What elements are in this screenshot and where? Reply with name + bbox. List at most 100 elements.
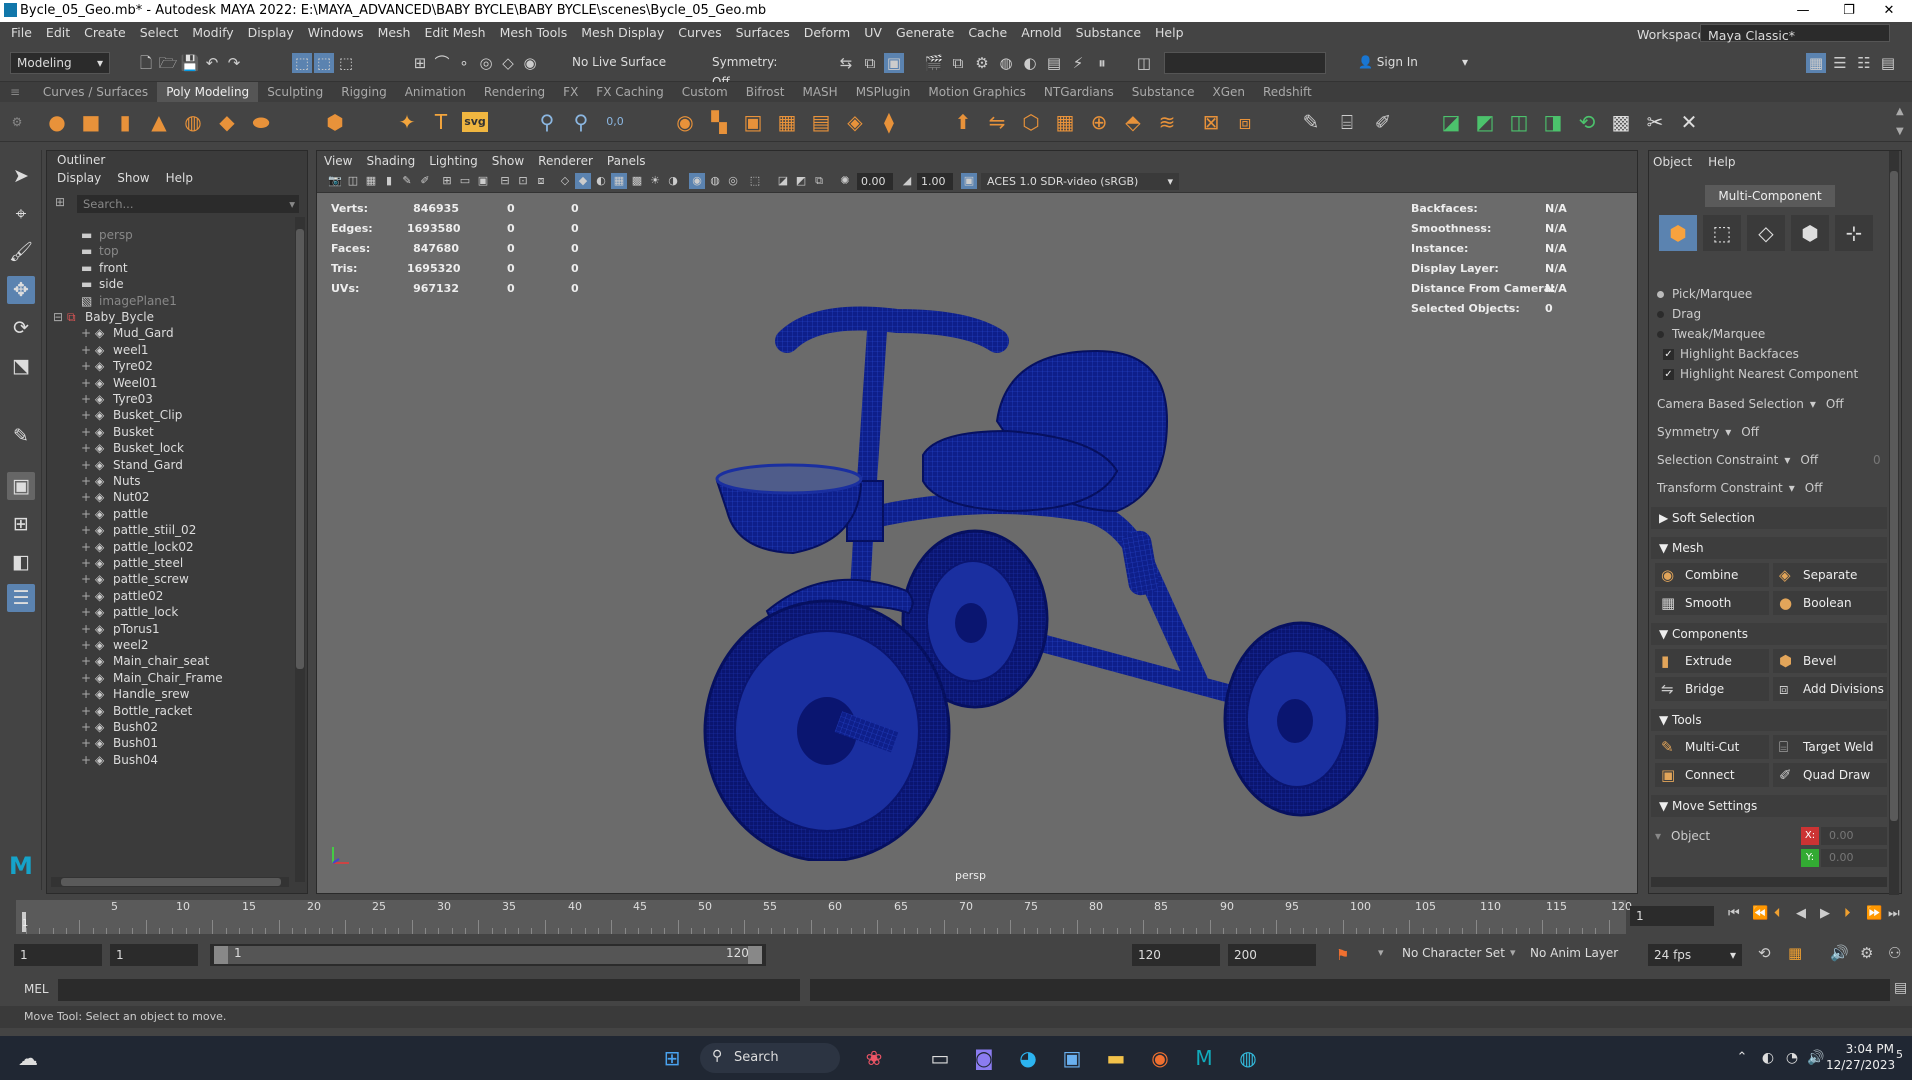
- hypershade-icon[interactable]: ◍: [996, 53, 1016, 73]
- save-scene-icon[interactable]: 💾: [180, 53, 200, 73]
- grease-pencil-icon[interactable]: ✐: [417, 173, 433, 189]
- toolkit-scrollbar[interactable]: [1889, 151, 1899, 895]
- camera-attributes-icon[interactable]: ◫: [345, 173, 361, 189]
- menu-edit-mesh[interactable]: Edit Mesh: [417, 22, 492, 44]
- menu-display[interactable]: Display: [241, 22, 301, 44]
- motion-blur-icon[interactable]: ◩: [793, 173, 809, 189]
- menu-windows[interactable]: Windows: [301, 22, 371, 44]
- toolkit-menu-help[interactable]: Help: [1708, 155, 1735, 169]
- outliner-h-scrollbar[interactable]: [51, 877, 289, 887]
- highlight-nearest-checkbox[interactable]: ✓ Highlight Nearest Component: [1663, 367, 1858, 381]
- time-slider-track[interactable]: 1 5 10 15 20 25 30 35 40 45 50 55 60 65 70 75 80 85 90 95 1…: [16, 900, 1632, 934]
- snap-point-icon[interactable]: ∘: [454, 53, 474, 73]
- auto-map-icon[interactable]: ⟲: [1574, 109, 1600, 135]
- widgets-icon[interactable]: ❀: [860, 1044, 888, 1072]
- shelf-tab-fx[interactable]: FX: [554, 82, 587, 102]
- menu-mesh[interactable]: Mesh: [371, 22, 418, 44]
- smooth-shelf-icon[interactable]: ▦: [774, 109, 800, 135]
- auto-key-icon[interactable]: ⚑: [1336, 946, 1349, 964]
- ipr-render-icon[interactable]: ⧉: [948, 53, 968, 73]
- animation-end-field[interactable]: 200: [1228, 944, 1316, 966]
- append-shelf-icon[interactable]: ⊕: [1086, 109, 1112, 135]
- menu-curves[interactable]: Curves: [671, 22, 728, 44]
- poly-cone-icon[interactable]: ▲: [146, 109, 172, 135]
- uv-editor-icon[interactable]: ◪: [1438, 109, 1464, 135]
- menu-mesh-tools[interactable]: Mesh Tools: [493, 22, 575, 44]
- vertex-mode-icon[interactable]: ⬚: [1703, 215, 1741, 251]
- menu-select[interactable]: Select: [133, 22, 186, 44]
- redshift-icon[interactable]: ⚡: [1068, 53, 1088, 73]
- shelf-tab-motion-graphics[interactable]: Motion Graphics: [919, 82, 1035, 102]
- command-field[interactable]: [1164, 52, 1326, 74]
- close-button[interactable]: ✕: [1866, 0, 1912, 22]
- new-scene-icon[interactable]: 🗋: [136, 53, 156, 73]
- store-icon[interactable]: ▣: [1058, 1044, 1086, 1072]
- menu-edit[interactable]: Edit: [39, 22, 77, 44]
- viewport-menu-show[interactable]: Show: [485, 151, 531, 171]
- x-value-field[interactable]: 0.00: [1821, 827, 1887, 845]
- viewport-menu-renderer[interactable]: Renderer: [531, 151, 600, 171]
- outliner-layout-icon[interactable]: ☰: [7, 584, 35, 612]
- edge-mode-icon[interactable]: ◇: [1747, 215, 1785, 251]
- step-forward-key-icon[interactable]: ⏩: [1866, 906, 1882, 921]
- expand-icon[interactable]: +: [81, 750, 91, 770]
- spherical-map-icon[interactable]: ◨: [1540, 109, 1566, 135]
- symmetry-row[interactable]: Symmetry ▾ Off: [1657, 425, 1759, 439]
- outliner-menu-show[interactable]: Show: [117, 171, 149, 185]
- remesh-shelf-icon[interactable]: ⧫: [876, 109, 902, 135]
- input-output-icon[interactable]: ⇆: [836, 53, 856, 73]
- perspective-viewport[interactable]: View Shading Lighting Show Renderer Panels 📷 …: [316, 150, 1638, 894]
- menu-cache[interactable]: Cache: [961, 22, 1014, 44]
- 2d-pan-zoom-icon[interactable]: ✎: [399, 173, 415, 189]
- shadows-icon[interactable]: ◑: [665, 173, 681, 189]
- separate-shelf-icon[interactable]: ▚: [706, 109, 732, 135]
- wireframe-icon[interactable]: ◇: [557, 173, 573, 189]
- shelf-tab-poly-modeling[interactable]: Poly Modeling: [157, 82, 259, 102]
- render-view-icon[interactable]: ▣: [884, 53, 904, 73]
- scrollbar-thumb[interactable]: [296, 229, 304, 669]
- poly-plane-icon[interactable]: ◆: [214, 109, 240, 135]
- outliner-menu-display[interactable]: Display: [57, 171, 101, 185]
- cache-playback-icon[interactable]: ▦: [1788, 944, 1802, 962]
- poly-disc-icon[interactable]: ⬬: [248, 109, 274, 135]
- select-component-icon[interactable]: ⬚: [336, 53, 356, 73]
- tools-section[interactable]: ▼ Tools: [1651, 709, 1887, 731]
- wireframe-on-shaded-icon[interactable]: ▦: [611, 173, 627, 189]
- shelf-tab-bifrost[interactable]: Bifrost: [737, 82, 794, 102]
- fill-hole-shelf-icon[interactable]: ▦: [1052, 109, 1078, 135]
- playback-start-field[interactable]: 1: [110, 944, 198, 966]
- range-end-handle[interactable]: [748, 946, 762, 964]
- shelf-tab-redshift[interactable]: Redshift: [1254, 82, 1321, 102]
- merge-shelf-icon[interactable]: ⬘: [1120, 109, 1146, 135]
- menu-help[interactable]: Help: [1148, 22, 1191, 44]
- menu-mesh-display[interactable]: Mesh Display: [574, 22, 671, 44]
- viewport-menu-view[interactable]: View: [317, 151, 359, 171]
- collapse-shelf-icon[interactable]: ≋: [1154, 109, 1180, 135]
- teams-icon[interactable]: ◙: [970, 1044, 998, 1072]
- current-frame-field[interactable]: 1: [1630, 906, 1714, 926]
- outliner-menu-help[interactable]: Help: [166, 171, 193, 185]
- render-frame-icon[interactable]: 🎬: [924, 53, 944, 73]
- components-section[interactable]: ▼ Components: [1651, 623, 1887, 645]
- isolate-select-icon[interactable]: ⬚: [747, 173, 763, 189]
- poly-cylinder-icon[interactable]: ▮: [112, 109, 138, 135]
- tool-settings-toggle-icon[interactable]: ☷: [1854, 53, 1874, 73]
- task-view-icon[interactable]: ▭: [926, 1044, 954, 1072]
- menu-create[interactable]: Create: [77, 22, 133, 44]
- time-slider[interactable]: 1 5 10 15 20 25 30 35 40 45 50 55 60 65 70 75 80 85 90 95 1…: [0, 898, 1912, 936]
- select-object-icon[interactable]: ⬚: [314, 53, 334, 73]
- snap-curve-icon[interactable]: ⌒: [432, 53, 452, 73]
- file-explorer-icon[interactable]: ▬: [1102, 1044, 1130, 1072]
- xray-joints-icon[interactable]: ◍: [707, 173, 723, 189]
- tricycle-model[interactable]: [677, 241, 1417, 861]
- channel-box-toggle-icon[interactable]: ▤: [1878, 53, 1898, 73]
- snap-grid-icon[interactable]: ⊞: [410, 53, 430, 73]
- insert-loop-shelf-icon[interactable]: ⌸: [1334, 109, 1360, 135]
- smooth-button[interactable]: ▦ Smooth: [1655, 591, 1769, 615]
- persp-outliner-layout-icon[interactable]: ◧: [7, 548, 35, 576]
- shelf-tab-ntgardians[interactable]: NTGardians: [1035, 82, 1123, 102]
- play-forwards-icon[interactable]: ▶: [1820, 906, 1830, 921]
- go-to-end-icon[interactable]: ⏭: [1888, 906, 1900, 921]
- pause-icon[interactable]: ⏸: [1092, 53, 1112, 73]
- move-settings-section[interactable]: ▼ Move Settings: [1651, 795, 1887, 817]
